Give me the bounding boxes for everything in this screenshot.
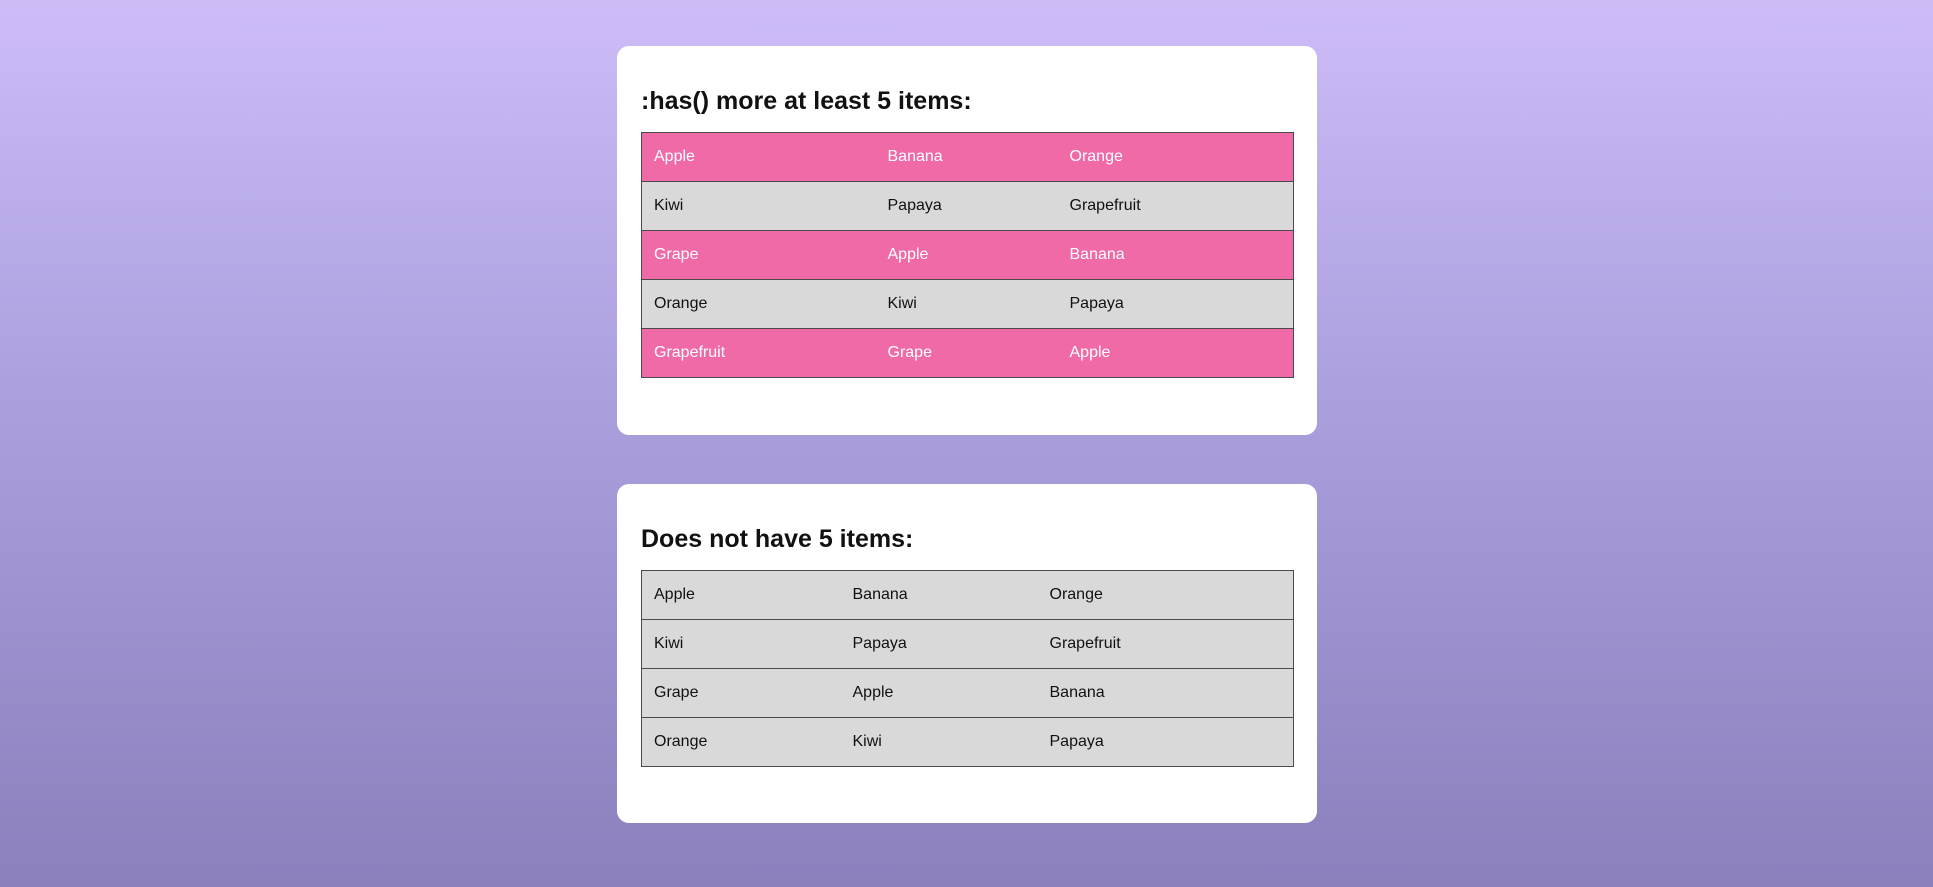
table-row: Grapefruit Grape Apple (641, 328, 1294, 378)
table-cell: Grape (641, 230, 876, 280)
table-row: Kiwi Papaya Grapefruit (641, 181, 1294, 231)
table-cell: Papaya (875, 181, 1058, 231)
table-cell: Papaya (1057, 279, 1294, 329)
table-cell: Banana (1037, 668, 1294, 718)
not-five-items-card: Does not have 5 items: Apple Banana Oran… (617, 484, 1317, 823)
fruit-table-plain: Apple Banana Orange Kiwi Papaya Grapefru… (641, 570, 1294, 767)
table-cell: Orange (1057, 132, 1294, 182)
table-cell: Papaya (840, 619, 1038, 669)
table-cell: Grape (641, 668, 841, 718)
table-row: Orange Kiwi Papaya (641, 279, 1294, 329)
table-row: Kiwi Papaya Grapefruit (641, 619, 1294, 669)
table-cell: Kiwi (641, 619, 841, 669)
card-title: :has() more at least 5 items: (641, 87, 972, 115)
table-row: Grape Apple Banana (641, 230, 1294, 280)
card-title: Does not have 5 items: (641, 525, 914, 553)
table-cell: Kiwi (840, 717, 1038, 767)
table-row: Apple Banana Orange (641, 132, 1294, 182)
table-cell: Grapefruit (1057, 181, 1294, 231)
table-cell: Orange (641, 717, 841, 767)
table-cell: Banana (1057, 230, 1294, 280)
table-cell: Apple (840, 668, 1038, 718)
table-cell: Papaya (1037, 717, 1294, 767)
table-cell: Banana (875, 132, 1058, 182)
table-cell: Banana (840, 570, 1038, 620)
has-five-items-card: :has() more at least 5 items: Apple Bana… (617, 46, 1317, 435)
table-cell: Grapefruit (641, 328, 876, 378)
table-cell: Grape (875, 328, 1058, 378)
table-row: Orange Kiwi Papaya (641, 717, 1294, 767)
table-cell: Orange (641, 279, 876, 329)
table-cell: Apple (1057, 328, 1294, 378)
fruit-table-highlighted: Apple Banana Orange Kiwi Papaya Grapefru… (641, 132, 1294, 378)
table-cell: Apple (641, 570, 841, 620)
table-cell: Grapefruit (1037, 619, 1294, 669)
table-cell: Kiwi (641, 181, 876, 231)
table-row: Grape Apple Banana (641, 668, 1294, 718)
table-row: Apple Banana Orange (641, 570, 1294, 620)
table-cell: Apple (641, 132, 876, 182)
table-cell: Orange (1037, 570, 1294, 620)
table-cell: Kiwi (875, 279, 1058, 329)
table-cell: Apple (875, 230, 1058, 280)
